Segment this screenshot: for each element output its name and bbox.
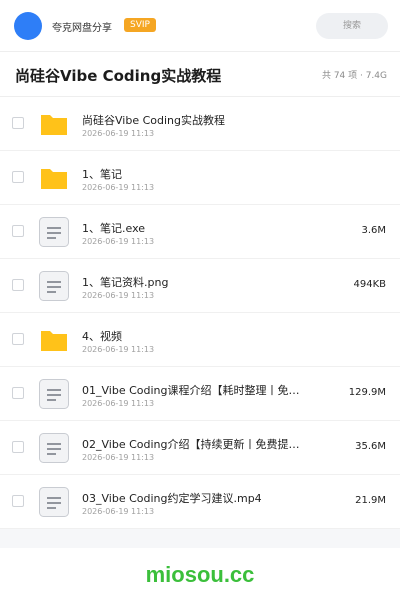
search-placeholder: 搜索 [342, 21, 361, 31]
search-input[interactable]: 搜索 [316, 13, 388, 39]
row-checkbox[interactable] [12, 333, 24, 345]
file-date: 2026-06-19 11:13 [82, 291, 155, 300]
file-row[interactable]: 1、笔记.exe 2026-06-19 11:13 3.6M [0, 205, 400, 259]
file-name: 尚硅谷Vibe Coding实战教程 [82, 114, 225, 127]
row-checkbox[interactable] [12, 387, 24, 399]
file-row[interactable]: 4、视频 2026-06-19 11:13 [0, 313, 400, 367]
folder-icon [38, 324, 70, 356]
watermark: miosou.cc [145, 562, 255, 587]
file-size: 21.9M [355, 495, 386, 506]
row-checkbox[interactable] [12, 279, 24, 291]
file-icon [38, 216, 70, 248]
file-date: 2026-06-19 11:13 [82, 345, 155, 354]
file-date: 2026-06-19 11:13 [82, 507, 155, 516]
file-name: 1、笔记 [82, 168, 122, 181]
file-icon [38, 432, 70, 464]
avatar[interactable] [14, 12, 42, 40]
file-name: 02_Vibe Coding介绍【持续更新丨免费提… [82, 438, 300, 451]
file-row[interactable]: 1、笔记 2026-06-19 11:13 [0, 151, 400, 205]
file-name: 01_Vibe Coding课程介绍【耗时整理丨免… [82, 384, 300, 397]
folder-icon [38, 108, 70, 140]
file-row[interactable]: 01_Vibe Coding课程介绍【耗时整理丨免… 2026-06-19 11:… [0, 367, 400, 421]
file-list: 尚硅谷Vibe Coding实战教程 2026-06-19 11:13 1、笔记 20… [0, 97, 400, 529]
row-checkbox[interactable] [12, 441, 24, 453]
row-checkbox[interactable] [12, 171, 24, 183]
file-size: 129.9M [348, 387, 386, 398]
file-icon [38, 270, 70, 302]
row-checkbox[interactable] [12, 495, 24, 507]
item-summary: 共 74 项 · 7.4G [321, 71, 387, 81]
file-row[interactable]: 02_Vibe Coding介绍【持续更新丨免费提… 2026-06-19 11:… [0, 421, 400, 475]
file-icon [38, 486, 70, 518]
top-bar: 夸克网盘分享 SVIP 搜索 [0, 0, 400, 52]
file-name: 03_Vibe Coding约定学习建议.mp4 [82, 492, 262, 505]
file-row[interactable]: 1、笔记资料.png 2026-06-19 11:13 494KB [0, 259, 400, 313]
share-header: 尚硅谷Vibe Coding实战教程 共 74 项 · 7.4G [0, 52, 400, 97]
file-name: 1、笔记.exe [82, 222, 146, 235]
page-title: 尚硅谷Vibe Coding实战教程 [15, 67, 222, 85]
file-size: 494KB [353, 279, 386, 290]
file-size: 3.6M [361, 225, 386, 236]
folder-icon [38, 162, 70, 194]
file-name: 1、笔记资料.png [82, 276, 169, 289]
row-checkbox[interactable] [12, 117, 24, 129]
file-date: 2026-06-19 11:13 [82, 237, 155, 246]
file-size: 35.6M [355, 441, 386, 452]
row-checkbox[interactable] [12, 225, 24, 237]
brand-label: 夸克网盘分享 [52, 23, 112, 34]
file-row[interactable]: 03_Vibe Coding约定学习建议.mp4 2026-06-19 11:13… [0, 475, 400, 529]
file-icon [38, 378, 70, 410]
file-date: 2026-06-19 11:13 [82, 129, 155, 138]
file-name: 4、视频 [82, 330, 122, 343]
file-row[interactable]: 尚硅谷Vibe Coding实战教程 2026-06-19 11:13 [0, 97, 400, 151]
file-date: 2026-06-19 11:13 [82, 453, 155, 462]
file-date: 2026-06-19 11:13 [82, 399, 155, 408]
file-date: 2026-06-19 11:13 [82, 183, 155, 192]
vip-badge: SVIP [124, 18, 156, 32]
